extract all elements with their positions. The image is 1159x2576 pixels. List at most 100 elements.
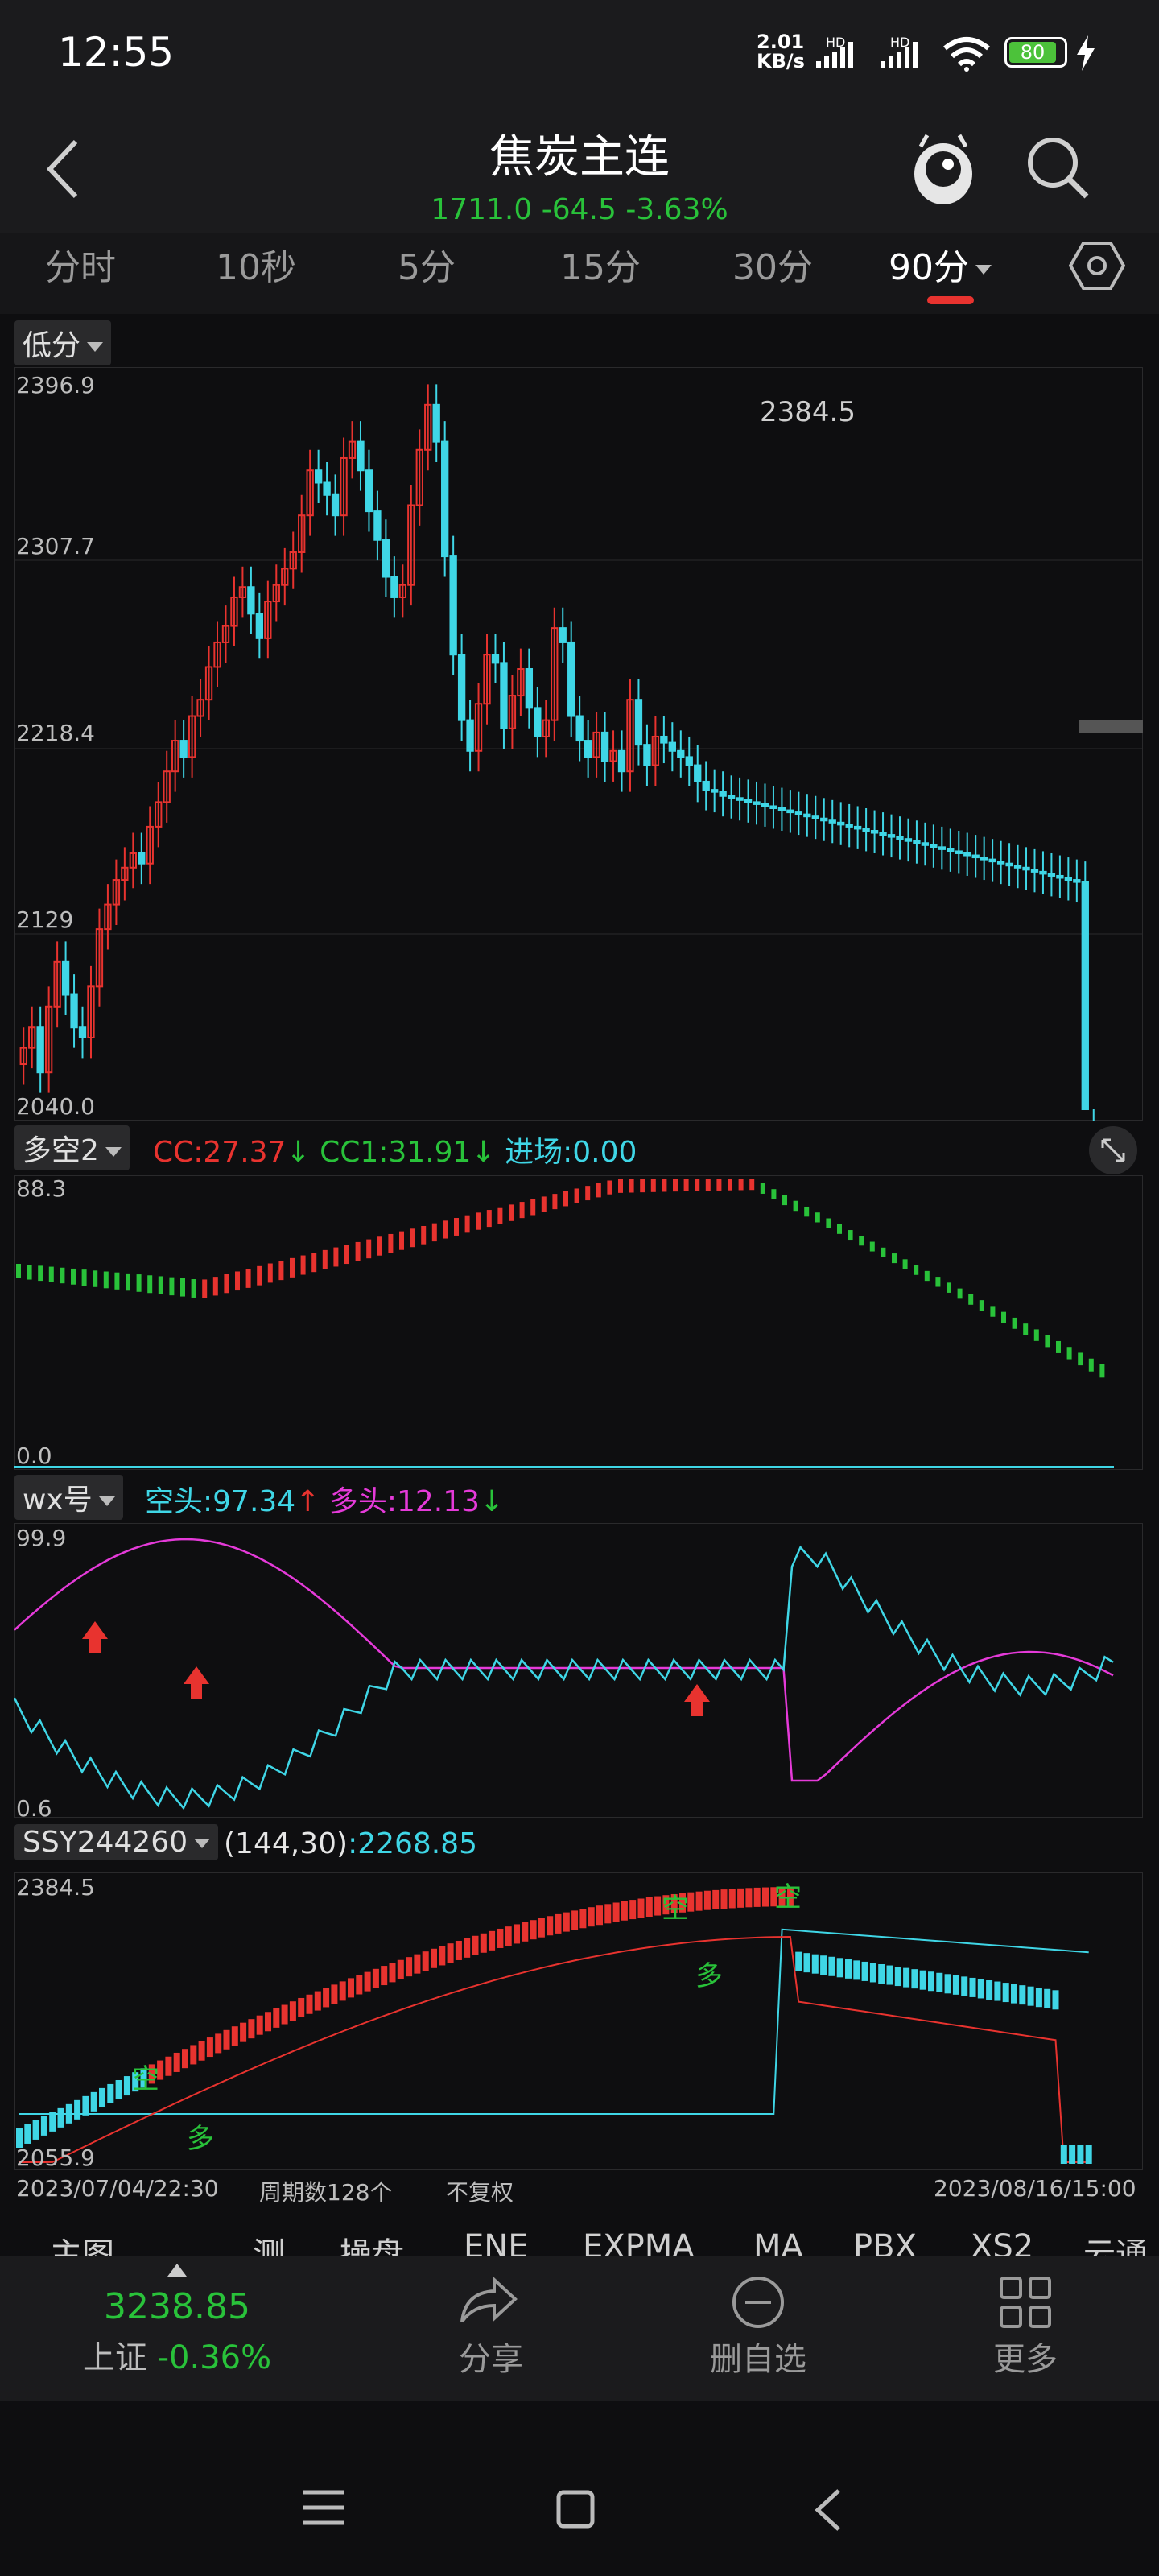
ssy-candle bbox=[588, 1907, 595, 1927]
candle-body bbox=[559, 627, 567, 643]
settings-hex-icon[interactable] bbox=[1069, 240, 1125, 291]
indicator2-selector[interactable]: wx号 bbox=[14, 1475, 123, 1520]
index-value[interactable]: 3238.85 bbox=[0, 2286, 354, 2327]
candle-body bbox=[331, 493, 340, 517]
tab-30m[interactable]: 30分 bbox=[732, 238, 813, 290]
more-grid-icon[interactable] bbox=[998, 2275, 1053, 2330]
ribbon-bar bbox=[914, 1265, 919, 1275]
tab-10s[interactable]: 10秒 bbox=[216, 238, 296, 290]
candle-body bbox=[1005, 862, 1013, 867]
ribbon-bar bbox=[629, 1179, 634, 1193]
ind1-ymin: 0.0 bbox=[16, 1443, 52, 1469]
candle-body bbox=[491, 654, 500, 664]
candle-body bbox=[1056, 874, 1064, 879]
remove-favorite-icon[interactable] bbox=[731, 2275, 786, 2330]
ssy-candle bbox=[514, 1924, 520, 1944]
ssy-candle bbox=[1019, 1985, 1026, 2005]
candle-body bbox=[634, 699, 643, 746]
tab-fenshi[interactable]: 分时 bbox=[45, 238, 116, 290]
ribbon-bar bbox=[519, 1202, 525, 1219]
price-quote: 1711.0 -64.5 -3.63% bbox=[0, 193, 1159, 226]
ribbon-bar bbox=[1078, 1352, 1083, 1366]
tab-15m[interactable]: 15分 bbox=[560, 238, 641, 290]
ribbon-bar bbox=[1012, 1317, 1017, 1329]
indicator2-values: 空头:97.34↑ 多头:12.13↓ bbox=[145, 1485, 505, 1518]
y-label-3: 2218.4 bbox=[16, 720, 95, 746]
ribbon-bar bbox=[1056, 1340, 1061, 1353]
ssy-candle bbox=[1002, 1983, 1009, 2003]
up-arrow-icon bbox=[684, 1684, 710, 1716]
status-time: 12:55 bbox=[58, 29, 175, 76]
ribbon-bar bbox=[782, 1195, 787, 1206]
ssy-candle bbox=[612, 1902, 620, 1922]
ssy-candle bbox=[571, 1910, 579, 1930]
ssy-candle bbox=[538, 1918, 545, 1938]
indicator3-selector[interactable]: SSY244260 bbox=[14, 1824, 219, 1860]
ribbon-bar bbox=[695, 1179, 700, 1191]
ind2-ymax: 99.9 bbox=[16, 1525, 67, 1551]
ribbon-bar bbox=[869, 1241, 875, 1252]
candle-body bbox=[357, 440, 365, 472]
chart-type-selector[interactable]: 低分 bbox=[14, 320, 112, 365]
ssy-candle bbox=[795, 1951, 802, 1971]
ssy-candle bbox=[1052, 1990, 1059, 2010]
remove-favorite-button[interactable]: 删自选 bbox=[694, 2333, 823, 2380]
cc1-value: CC1:31.91 bbox=[320, 1136, 472, 1169]
expand-icon[interactable] bbox=[1088, 1125, 1138, 1175]
cell-signal-icon: HD bbox=[816, 37, 853, 68]
candle-body bbox=[567, 641, 575, 717]
candle-body bbox=[1013, 865, 1022, 869]
cc-value: CC:27.37 bbox=[153, 1136, 287, 1169]
nav-back-icon[interactable] bbox=[811, 2487, 843, 2533]
candle-body bbox=[947, 848, 955, 852]
candle-body bbox=[323, 481, 331, 496]
ribbon-bar bbox=[1001, 1311, 1006, 1323]
ribbon-bar bbox=[377, 1236, 382, 1256]
candle-body bbox=[744, 799, 753, 803]
mascot-icon[interactable] bbox=[909, 129, 977, 209]
ssy-candle bbox=[919, 1970, 926, 1990]
ribbon-bar bbox=[126, 1273, 130, 1291]
more-button[interactable]: 更多 bbox=[961, 2333, 1090, 2380]
ribbon-bar bbox=[224, 1274, 229, 1294]
index-change: -0.36% bbox=[157, 2339, 272, 2376]
home-icon[interactable] bbox=[555, 2489, 596, 2529]
ssy-candle bbox=[986, 1980, 993, 2000]
index-quote[interactable]: 上证 -0.36% bbox=[0, 2331, 354, 2378]
ssy-candle bbox=[107, 2083, 114, 2103]
candle-body bbox=[938, 846, 946, 850]
ribbon-bar bbox=[881, 1247, 886, 1257]
adjust-mode[interactable]: 不复权 bbox=[446, 2175, 514, 2207]
ssy-candle bbox=[40, 2116, 47, 2136]
ssy-candle bbox=[406, 1957, 413, 1977]
ssy-candle bbox=[936, 1972, 943, 1992]
ssy-candle bbox=[994, 1981, 1001, 2001]
candle-body bbox=[980, 857, 988, 861]
candle-body bbox=[761, 803, 769, 807]
candlestick-chart[interactable] bbox=[14, 367, 1143, 1121]
search-icon[interactable] bbox=[1024, 134, 1091, 201]
share-icon[interactable] bbox=[457, 2275, 518, 2326]
indicator1-values: CC:27.37↓ CC1:31.91↓ 进场:0.00 bbox=[153, 1136, 637, 1169]
candle-body bbox=[441, 440, 449, 558]
ribbon-bar bbox=[81, 1269, 87, 1286]
tab-5m[interactable]: 5分 bbox=[398, 238, 456, 290]
ssy-candle bbox=[1077, 2145, 1084, 2164]
ssy-candle bbox=[1035, 1988, 1042, 2008]
index-name: 上证 bbox=[82, 2339, 147, 2376]
ssy-candle bbox=[472, 1935, 479, 1955]
ssy-candle bbox=[861, 1961, 868, 1981]
ssy-candle bbox=[447, 1943, 454, 1963]
menu-icon[interactable] bbox=[301, 2489, 346, 2526]
ssy-candle bbox=[894, 1967, 901, 1987]
ribbon-bar bbox=[924, 1270, 930, 1282]
ribbon-bar bbox=[563, 1191, 568, 1207]
system-nav-bar bbox=[0, 2401, 1159, 2576]
ssy-candle bbox=[522, 1922, 529, 1942]
indicator1-selector[interactable]: 多空2 bbox=[14, 1125, 130, 1170]
share-button[interactable]: 分享 bbox=[427, 2333, 555, 2380]
tab-90m[interactable]: 90分 bbox=[889, 238, 992, 290]
ribbon-bar bbox=[662, 1179, 667, 1192]
range-start: 2023/07/04/22:30 bbox=[16, 2175, 219, 2202]
ssy-candle bbox=[903, 1967, 910, 1988]
